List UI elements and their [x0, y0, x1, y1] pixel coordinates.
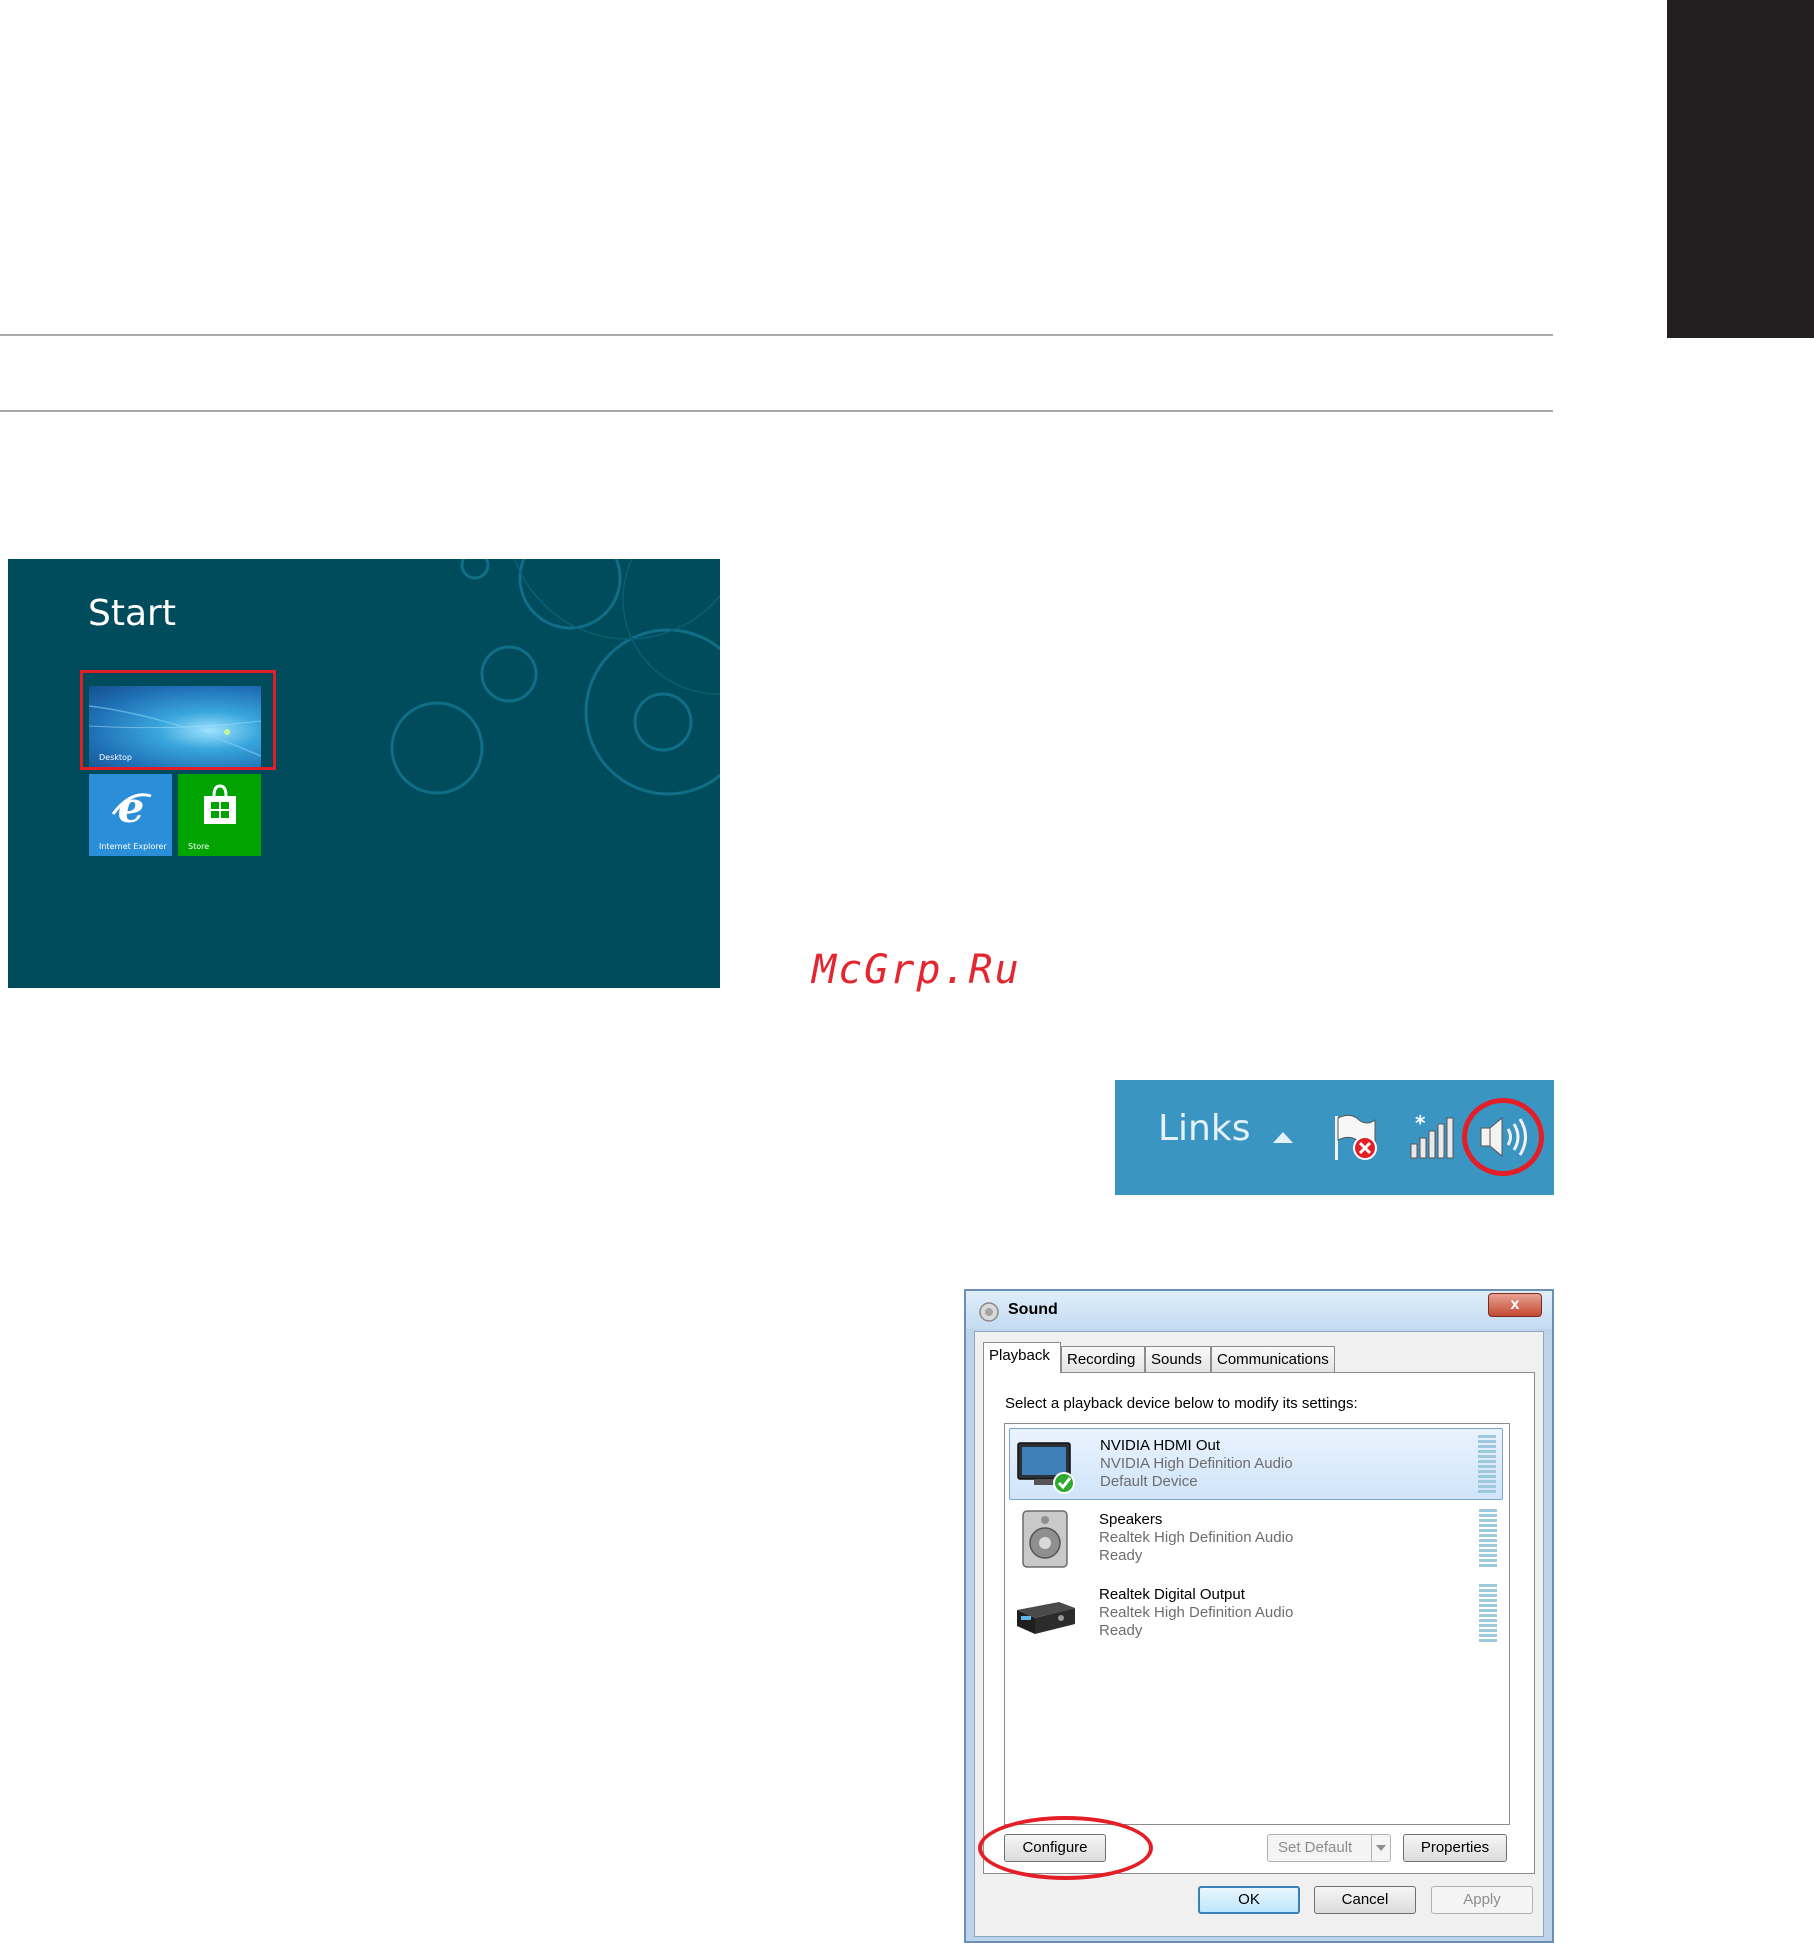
- store-tile-label: Store: [188, 842, 210, 851]
- top-rule: [0, 334, 1553, 336]
- tab-recording[interactable]: Recording: [1061, 1346, 1145, 1372]
- receiver-icon: [1017, 1602, 1075, 1634]
- taskbar-notification-area: Links *: [1115, 1080, 1554, 1195]
- device-realtek-digital-output[interactable]: Realtek Digital Output Realtek High Defi…: [1009, 1578, 1503, 1650]
- dialog-title-bar: Sound x: [966, 1291, 1552, 1329]
- tab-communications[interactable]: Communications: [1211, 1346, 1335, 1372]
- network-signal-icon[interactable]: *: [1405, 1112, 1457, 1162]
- section-side-tab: [1667, 0, 1814, 338]
- sound-app-icon: [979, 1302, 999, 1322]
- device-driver: Realtek High Definition Audio: [1099, 1529, 1294, 1546]
- store-tile[interactable]: Store: [178, 774, 261, 856]
- set-default-dropdown[interactable]: [1371, 1835, 1390, 1861]
- monitor-icon: [1017, 1442, 1075, 1494]
- properties-button[interactable]: Properties: [1403, 1834, 1507, 1862]
- cancel-button[interactable]: Cancel: [1314, 1886, 1416, 1914]
- ok-button[interactable]: OK: [1198, 1886, 1300, 1914]
- set-default-button[interactable]: Set Default: [1267, 1834, 1391, 1862]
- device-name: Realtek Digital Output: [1099, 1586, 1245, 1603]
- internet-explorer-tile[interactable]: e Internet Explorer: [89, 774, 172, 856]
- action-center-flag-icon[interactable]: [1331, 1112, 1381, 1164]
- internet-explorer-tile-label: Internet Explorer: [99, 842, 167, 851]
- bottom-rule: [0, 410, 1553, 412]
- volume-level-meter: [1479, 1584, 1497, 1642]
- device-name: Speakers: [1099, 1511, 1163, 1528]
- device-name: NVIDIA HDMI Out: [1100, 1437, 1221, 1454]
- internet-explorer-icon: e: [111, 786, 152, 830]
- device-driver: Realtek High Definition Audio: [1099, 1604, 1294, 1621]
- start-screen: Start Desktop e Internet Explorer Store: [8, 559, 720, 988]
- device-status: Ready: [1099, 1547, 1143, 1564]
- device-status: Ready: [1099, 1622, 1143, 1639]
- svg-text:*: *: [1415, 1112, 1426, 1135]
- device-speakers[interactable]: Speakers Realtek High Definition Audio R…: [1009, 1503, 1503, 1575]
- desktop-highlight-box: [80, 670, 276, 770]
- device-status: Default Device: [1100, 1473, 1198, 1490]
- configure-highlight-circle: [978, 1816, 1153, 1880]
- playback-device-list[interactable]: NVIDIA HDMI Out NVIDIA High Definition A…: [1004, 1423, 1510, 1825]
- speaker-icon: [1022, 1510, 1068, 1568]
- chevron-up-icon[interactable]: [1270, 1129, 1296, 1145]
- speaker-highlight-circle: [1462, 1098, 1544, 1176]
- start-title: Start: [88, 593, 176, 634]
- playback-panel: Select a playback device below to modify…: [983, 1372, 1535, 1874]
- volume-level-meter: [1479, 1509, 1497, 1567]
- volume-level-meter: [1478, 1435, 1496, 1493]
- device-nvidia-hdmi-out[interactable]: NVIDIA HDMI Out NVIDIA High Definition A…: [1009, 1428, 1503, 1500]
- playback-instruction: Select a playback device below to modify…: [1005, 1395, 1358, 1412]
- apply-button[interactable]: Apply: [1431, 1886, 1533, 1914]
- set-default-label: Set Default: [1278, 1839, 1353, 1856]
- dialog-title: Sound: [1008, 1301, 1058, 1318]
- tab-playback[interactable]: Playback: [983, 1342, 1061, 1373]
- watermark: McGrp.Ru: [812, 947, 1021, 993]
- svg-text:e: e: [118, 786, 145, 830]
- close-button[interactable]: x: [1488, 1293, 1542, 1317]
- links-toolbar[interactable]: Links: [1158, 1108, 1250, 1149]
- tab-sounds[interactable]: Sounds: [1145, 1346, 1211, 1372]
- device-driver: NVIDIA High Definition Audio: [1100, 1455, 1293, 1472]
- chevron-down-icon: [1376, 1845, 1386, 1851]
- store-bag-icon: [204, 784, 236, 824]
